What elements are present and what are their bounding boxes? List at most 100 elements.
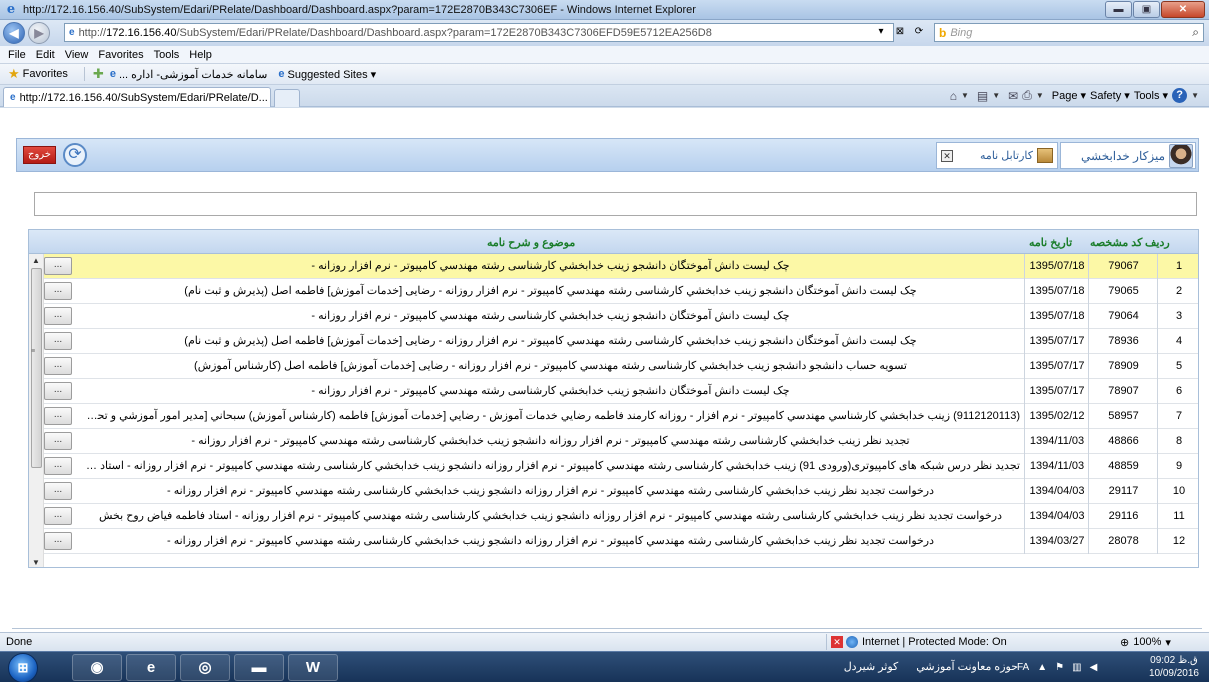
ie-page-icon: e (109, 68, 116, 80)
row-details-button[interactable]: ... (44, 532, 72, 550)
taskbar-task-office[interactable]: حوزه معاونت آموزشي (916, 655, 1018, 680)
safety-menu[interactable]: Safety ▾ (1090, 89, 1130, 102)
search-box[interactable]: b Bing ⌕ (934, 23, 1204, 42)
close-window-button[interactable]: ✕ (1161, 1, 1205, 18)
globe-icon (846, 636, 858, 648)
scroll-up-icon[interactable]: ▲ (32, 256, 40, 265)
vertical-scrollbar[interactable]: ▲ ≡ ▼ (29, 254, 44, 567)
menu-file[interactable]: File (8, 49, 26, 61)
print-icon[interactable]: ⎙ (1022, 88, 1032, 103)
chevron-down-icon[interactable]: ▼ (1036, 91, 1044, 100)
favorites-button[interactable]: Favorites (23, 68, 68, 80)
user-desk-tab[interactable]: میزکار خدابخشي (1060, 142, 1196, 169)
add-favorite-icon[interactable]: ✚ (93, 66, 104, 82)
row-details-button[interactable]: ... (44, 432, 72, 450)
chevron-down-icon[interactable]: ▼ (992, 91, 1000, 100)
menu-view[interactable]: View (65, 49, 89, 61)
menu-bar: File Edit View Favorites Tools Help (0, 46, 1209, 64)
menu-edit[interactable]: Edit (36, 49, 55, 61)
favorite-link-portal[interactable]: ... سامانه خدمات آموزشی- اداره (119, 68, 267, 81)
security-zone[interactable]: ✕ Internet | Protected Mode: On (826, 634, 1007, 650)
table-row[interactable]: ... چک لیست دانش آموختگان دانشجو زینب خد… (44, 254, 1198, 279)
tools-menu[interactable]: Tools ▾ (1134, 89, 1168, 102)
table-row[interactable]: ... چک لیست دانش آموختگان دانشجو زینب خد… (44, 379, 1198, 404)
firefox-icon[interactable]: ◉ (72, 654, 122, 681)
table-row[interactable]: ... درخواست تجدید نظر زینب خدابخشي کارشن… (44, 479, 1198, 504)
menu-favorites[interactable]: Favorites (98, 49, 143, 61)
row-details-button[interactable]: ... (44, 507, 72, 525)
feeds-icon[interactable]: ▤ (977, 89, 988, 103)
row-index: 10 (1172, 485, 1186, 497)
internet-explorer-icon[interactable]: e (126, 654, 176, 681)
mail-icon[interactable]: ✉ (1008, 89, 1018, 103)
table-row[interactable]: ... تسویه حساب دانشجو دانشجو زینب خدابخش… (44, 354, 1198, 379)
language-indicator[interactable]: FA (1017, 662, 1029, 673)
dropdown-arrow-icon[interactable]: ▾ (873, 25, 889, 40)
home-icon[interactable]: ⌂ (950, 89, 957, 103)
row-code: 79064 (1090, 304, 1158, 329)
table-row[interactable]: ... چک لیست دانش آموختگان دانشجو زینب خد… (44, 329, 1198, 354)
chevron-down-icon[interactable]: ▼ (961, 91, 969, 100)
tab-dashboard[interactable]: e http://172.16.156.40/SubSystem/Edari/P… (3, 87, 271, 107)
header-date[interactable]: تاریخ نامه (1029, 236, 1072, 249)
refresh-icon[interactable]: ⟳ (63, 143, 87, 167)
chevron-down-icon[interactable]: ▾ (1165, 636, 1171, 649)
suggested-sites-link[interactable]: Suggested Sites ▾ (288, 68, 377, 81)
table-row[interactable]: ... تجدید نظر درس شبکه های کامپیوتری(ورو… (44, 454, 1198, 479)
table-row[interactable]: ... چک لیست دانش آموختگان دانشجو زینب خد… (44, 304, 1198, 329)
action-center-icon[interactable]: ⚑ (1055, 662, 1064, 673)
page-menu[interactable]: Page ▾ (1052, 89, 1086, 102)
address-bar[interactable]: e http://172.16.156.40/SubSystem/Edari/P… (64, 23, 894, 42)
new-tab-button[interactable] (274, 89, 300, 107)
chrome-icon[interactable]: ◎ (180, 654, 230, 681)
taskbar-task-kowsar[interactable]: کوثر شیردل (826, 655, 916, 680)
start-button[interactable]: ⊞ (8, 653, 38, 682)
scroll-down-icon[interactable]: ▼ (32, 558, 40, 567)
menu-help[interactable]: Help (189, 49, 212, 61)
window-title: http://172.16.156.40/SubSystem/Edari/PRe… (23, 3, 696, 16)
header-code[interactable]: کد مشخصه (1090, 236, 1142, 249)
row-index: 1 (1175, 260, 1183, 272)
table-row[interactable]: ... تجدید نظر زینب خدابخشي کارشناسی رشته… (44, 429, 1198, 454)
row-details-button[interactable]: ... (44, 407, 72, 425)
favorites-star-icon[interactable]: ★ (8, 66, 20, 82)
network-icon[interactable]: ▥ (1072, 662, 1081, 673)
zoom-control[interactable]: ⊕ 100% ▾ (1120, 636, 1171, 649)
row-details-button[interactable]: ... (44, 482, 72, 500)
row-details-button[interactable]: ... (44, 457, 72, 475)
volume-icon[interactable]: ◀ (1090, 662, 1098, 673)
row-details-button[interactable]: ... (44, 307, 72, 325)
maximize-button[interactable]: ▣ (1133, 1, 1160, 18)
refresh-icon[interactable]: ⟳ (911, 25, 927, 40)
table-row[interactable]: ... (9112120113) زینب خدابخشي کارشناسي م… (44, 404, 1198, 429)
header-subject[interactable]: موضوع و شرح نامه (487, 236, 575, 249)
clock[interactable]: ق.ظ 09:02 10/09/2016 (1149, 654, 1199, 680)
row-code: 48859 (1090, 454, 1158, 479)
scroll-thumb[interactable] (31, 268, 42, 468)
table-row[interactable]: ... درخواست تجدید نظر زینب خدابخشي کارشن… (44, 504, 1198, 529)
search-input[interactable] (34, 192, 1197, 216)
minimize-button[interactable]: ▬ (1105, 1, 1132, 18)
tray-expand-icon[interactable]: ▲ (1037, 662, 1047, 673)
exit-button[interactable]: خروج (23, 146, 56, 164)
row-details-button[interactable]: ... (44, 282, 72, 300)
row-details-button[interactable]: ... (44, 357, 72, 375)
compatibility-icon[interactable]: ⊠ (892, 25, 908, 40)
back-button[interactable]: ◀ (3, 22, 25, 44)
search-icon[interactable]: ⌕ (1192, 25, 1199, 40)
row-details-button[interactable]: ... (44, 257, 72, 275)
row-date: 1394/11/03 (1026, 429, 1089, 454)
table-row[interactable]: ... درخواست تجدید نظر زینب خدابخشي کارشن… (44, 529, 1198, 554)
row-details-button[interactable]: ... (44, 332, 72, 350)
word-icon[interactable]: W (288, 654, 338, 681)
chevron-down-icon[interactable]: ▼ (1191, 91, 1199, 100)
row-details-button[interactable]: ... (44, 382, 72, 400)
forward-button[interactable]: ▶ (28, 22, 50, 44)
close-icon[interactable]: ✕ (941, 150, 953, 162)
cartable-tab[interactable]: ✕ کارتابل نامه (936, 142, 1058, 169)
file-explorer-icon[interactable]: ▬ (234, 654, 284, 681)
menu-tools[interactable]: Tools (154, 49, 180, 61)
help-icon[interactable]: ? (1172, 88, 1188, 103)
header-index[interactable]: ردیف (1145, 236, 1170, 249)
table-row[interactable]: ... چک لیست دانش آموختگان دانشجو زینب خد… (44, 279, 1198, 304)
